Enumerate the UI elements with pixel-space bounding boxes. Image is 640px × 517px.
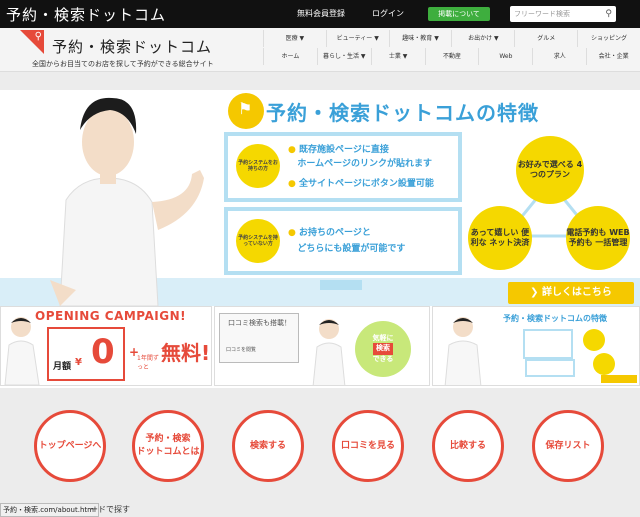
nav-circles: トップページへ 予約・検索 ドットコムとは 検索する 口コミを見る 比較する 保… <box>0 398 640 502</box>
nav-item-beauty[interactable]: ビューティー ▼ <box>325 30 389 47</box>
banner3-box2 <box>525 359 575 377</box>
yen-label: ¥ <box>75 357 82 368</box>
search-icon[interactable]: ⚲ <box>605 6 612 22</box>
banner3-circle-b <box>593 353 615 375</box>
nav-row-categories: 医療 ▼ ビューティー ▼ 趣味・教育 ▼ お出かけ ▼ グルメ ショッピング <box>263 30 640 47</box>
nav-item-shopping[interactable]: ショッピング <box>577 30 640 47</box>
nav-item-gourmet[interactable]: グルメ <box>514 30 578 47</box>
circle-top-page[interactable]: トップページへ <box>34 410 106 482</box>
banner3-button <box>601 375 637 383</box>
register-link[interactable]: 無料会員登録 <box>297 8 345 19</box>
monitor-stand <box>320 280 362 290</box>
details-button-label: 詳しくはこちら <box>541 287 612 298</box>
status-url: 予約・検索.com/about.html <box>0 503 99 517</box>
banner3-circle-a <box>583 329 605 351</box>
status-trailing-text: ードで探す <box>90 505 130 514</box>
nav-item-living[interactable]: 暮らし・生活 ▼ <box>316 48 371 65</box>
box2-circle: 予約システムを持っていない方 <box>236 219 280 263</box>
nav-item-home[interactable]: ホーム <box>263 48 317 65</box>
feature-heading: ⚑ 予約・検索ドットコムの特徴 <box>228 93 638 129</box>
circle-search[interactable]: 検索する <box>232 410 304 482</box>
feature-banner[interactable]: 予約・検索ドットコムの特徴 <box>432 306 640 386</box>
plan-net-payment: あって嬉しい 便利な ネット決済 <box>468 206 532 270</box>
free-label: 無料! <box>161 341 211 365</box>
monitor-box-no-system: 予約システムを持っていない方 ● お持ちのページと どちらにも設置が可能です <box>224 207 462 275</box>
banner3-title: 予約・検索ドットコムの特徴 <box>503 314 607 323</box>
box1-line-1: ● 既存施設ページに直接 <box>288 145 389 155</box>
nav-item-realestate[interactable]: 不動産 <box>424 48 479 65</box>
zero-value: 0 <box>91 332 115 372</box>
circle-reviews[interactable]: 口コミを見る <box>332 410 404 482</box>
nav-item-company[interactable]: 会社・企業 <box>586 48 640 65</box>
logo-title[interactable]: 予約・検索ドットコム <box>52 36 212 57</box>
site-title[interactable]: 予約・検索ドットコム <box>6 4 166 25</box>
tagline: 全国からお目当てのお店を探して予約ができる総合サイト <box>32 60 214 68</box>
box1-line-2: ホームページのリンクが貼れます <box>297 159 432 169</box>
review-caption: 口コミを閲覧 <box>226 347 257 353</box>
monthly-label: 月額 <box>53 362 72 372</box>
box1-circle: 予約システムをお持ちの方 <box>236 144 280 188</box>
review-circle: 気軽に 検索 できる <box>355 321 411 377</box>
nav-item-web[interactable]: Web <box>478 48 533 65</box>
plans-circle: お好みで選べる 4つのプラン <box>516 136 584 204</box>
logo-search-icon: ⚲ <box>20 30 44 54</box>
search-input[interactable]: フリーワード検索 ⚲ <box>510 6 616 22</box>
monitor-box-has-system: 予約システムをお持ちの方 ● 既存施設ページに直接 ホームページのリンクが貼れま… <box>224 132 462 202</box>
review-title: 口コミ検索も搭載！ <box>228 319 291 327</box>
nav-row-main: ホーム 暮らし・生活 ▼ 士業 ▼ 不動産 Web 求人 会社・企業 <box>263 48 640 65</box>
campaign-title: OPENING CAMPAIGN! <box>35 309 187 323</box>
hero-section: ⚑ 予約・検索ドットコムの特徴 予約システムをお持ちの方 ● 既存施設ページに直… <box>0 90 640 306</box>
login-link[interactable]: ログイン <box>372 8 404 19</box>
box2-line-1: ● お持ちのページと <box>288 228 371 238</box>
review-banner[interactable]: 口コミ検索も搭載！ 口コミを閲覧 気軽に 検索 できる <box>214 306 430 386</box>
banner2-person <box>312 319 346 385</box>
banner-row: OPENING CAMPAIGN! 月額 ¥ 0 + 1年間ずっと 無料! 口コ… <box>0 306 640 388</box>
nav-item-medical[interactable]: 医療 ▼ <box>263 30 326 47</box>
circle-saved-list[interactable]: 保存リスト <box>532 410 604 482</box>
review-card: 口コミ検索も搭載！ 口コミを閲覧 <box>219 313 299 363</box>
nav-item-hobby[interactable]: 趣味・教育 ▼ <box>388 30 452 47</box>
box2-line-2: どちらにも設置が可能です <box>297 244 406 254</box>
box1-line-3: ● 全サイトページにボタン設置可能 <box>288 179 434 189</box>
plan-unified-management: 電話予約も WEB予約も 一括管理 <box>566 206 630 270</box>
header: ⚲ 予約・検索ドットコム 全国からお目当てのお店を探して予約ができる総合サイト … <box>0 28 640 72</box>
chevron-right-icon: ❯ <box>530 287 542 298</box>
zero-yen-box: 月額 ¥ 0 <box>47 327 125 381</box>
status-bar: 予約・検索.com/about.html ードで探す <box>0 503 640 517</box>
banner1-person <box>4 317 40 385</box>
details-button[interactable]: ❯ 詳しくはこちら <box>508 282 634 304</box>
woman-photo <box>50 97 204 306</box>
nav-item-professional[interactable]: 士業 ▼ <box>370 48 425 65</box>
nav-item-jobs[interactable]: 求人 <box>532 48 587 65</box>
circle-compare[interactable]: 比較する <box>432 410 504 482</box>
search-placeholder: フリーワード検索 <box>514 10 570 18</box>
campaign-banner[interactable]: OPENING CAMPAIGN! 月額 ¥ 0 + 1年間ずっと 無料! <box>0 306 212 386</box>
banner3-person <box>444 317 482 385</box>
banner3-box1 <box>523 329 573 359</box>
feature-title-text: 予約・検索ドットコムの特徴 <box>266 101 539 125</box>
publish-button[interactable]: 掲載について <box>428 7 490 21</box>
flag-icon: ⚑ <box>228 93 264 129</box>
top-bar: 予約・検索ドットコム 無料会員登録 ログイン 掲載について フリーワード検索 ⚲ <box>0 0 640 28</box>
nav-item-outing[interactable]: お出かけ ▼ <box>451 30 515 47</box>
circle-about[interactable]: 予約・検索 ドットコムとは <box>132 410 204 482</box>
period-label: 1年間ずっと <box>137 355 159 371</box>
